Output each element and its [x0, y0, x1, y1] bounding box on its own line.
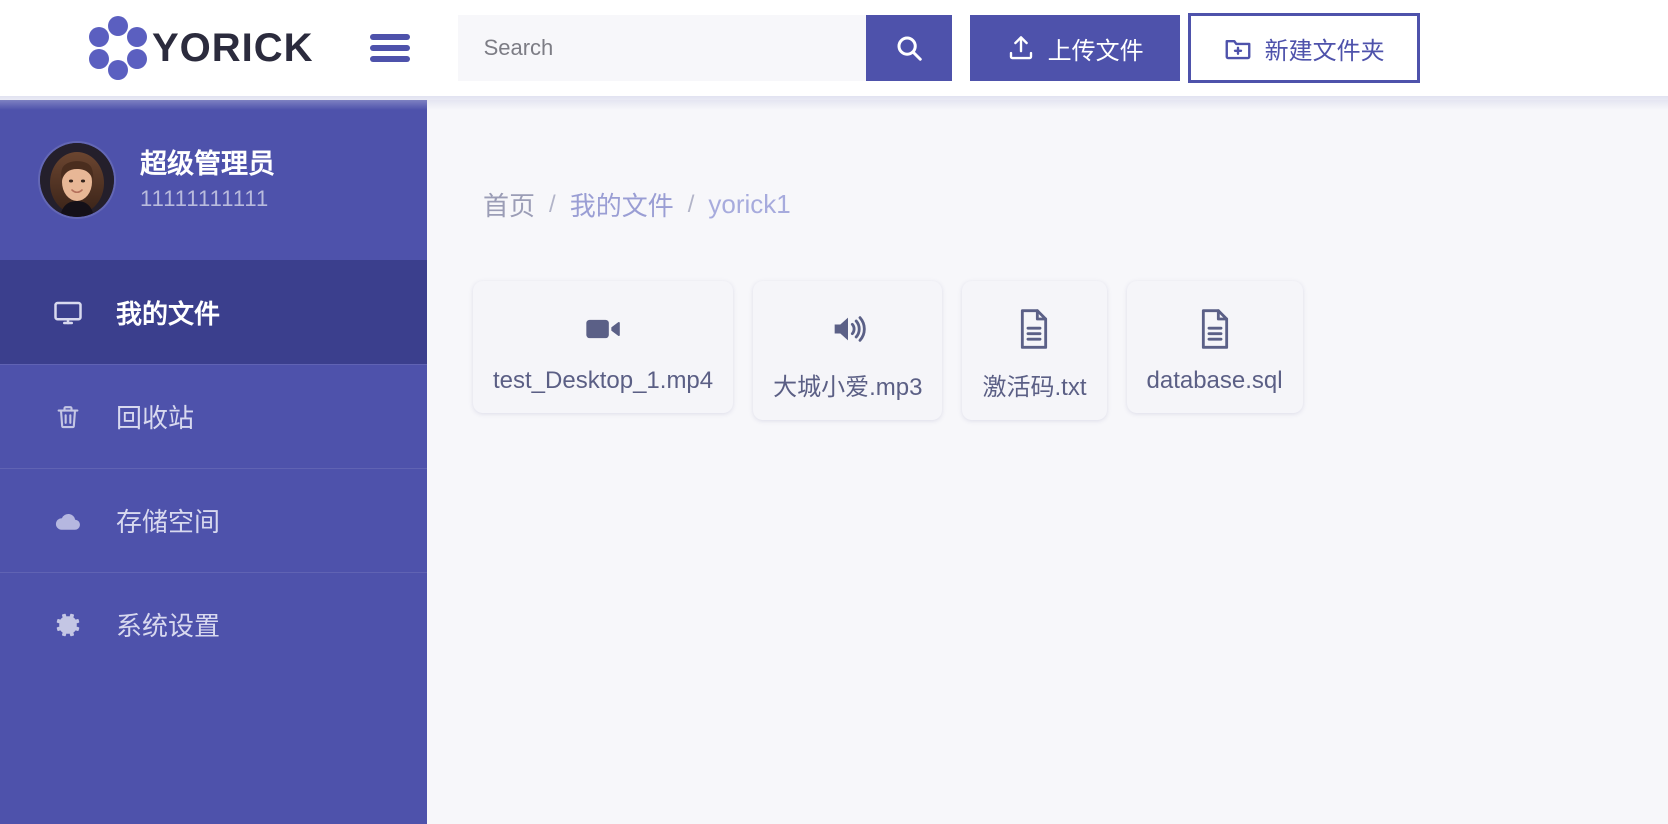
document-icon: [1014, 303, 1054, 355]
sidebar-item-label: 系统设置: [116, 611, 221, 641]
sidebar-nav: 我的文件 回收站 存储空间 系统设置: [0, 260, 427, 676]
sidebar-item-label: 我的文件: [116, 299, 221, 329]
file-name: 激活码.txt: [982, 374, 1087, 401]
upload-file-button[interactable]: 上传文件: [969, 15, 1180, 81]
sidebar-item-label: 存储空间: [116, 507, 221, 537]
app-header: YORICK 上传文件: [0, 0, 1668, 96]
sidebar-item-system-settings[interactable]: 系统设置: [0, 572, 427, 676]
user-name: 超级管理员: [140, 148, 275, 179]
trash-icon: [48, 400, 88, 434]
file-name: 大城小爱.mp3: [773, 374, 923, 401]
breadcrumb-separator: /: [549, 190, 556, 218]
search-icon: [897, 36, 922, 61]
sidebar-item-storage[interactable]: 存储空间: [0, 468, 427, 572]
gear-icon: [48, 608, 88, 642]
file-name: test_Desktop_1.mp4: [493, 367, 714, 394]
sidebar-item-my-files[interactable]: 我的文件: [0, 260, 427, 364]
sidebar-item-recycle-bin[interactable]: 回收站: [0, 364, 427, 468]
hamburger-menu-icon[interactable]: [369, 34, 410, 62]
cloud-icon: [48, 504, 88, 538]
folder-plus-icon: [1225, 39, 1251, 60]
user-phone: 11111111111: [140, 186, 270, 212]
upload-icon: [1009, 36, 1032, 60]
main-content: 首页 / 我的文件 / yorick1 test_Desktop_1.mp4 大…: [427, 100, 1668, 824]
breadcrumb-item-current[interactable]: yorick1: [708, 189, 790, 220]
file-card[interactable]: database.sql: [1126, 281, 1303, 413]
sidebar-item-label: 回收站: [116, 403, 195, 433]
user-avatar-photo-icon: [40, 143, 114, 217]
file-card[interactable]: 大城小爱.mp3: [753, 281, 943, 420]
new-folder-button[interactable]: 新建文件夹: [1187, 13, 1420, 83]
file-name: database.sql: [1146, 367, 1283, 394]
breadcrumb-separator: /: [687, 190, 695, 218]
file-card[interactable]: test_Desktop_1.mp4: [473, 281, 734, 413]
file-manager-app: YORICK 上传文件: [0, 0, 1668, 824]
new-folder-label: 新建文件夹: [1264, 37, 1385, 65]
breadcrumb: 首页 / 我的文件 / yorick1: [427, 100, 1668, 223]
file-grid: test_Desktop_1.mp4 大城小爱.mp3 激活码.txt data…: [427, 223, 1668, 420]
hexagon-nodes-logo-icon: [89, 16, 147, 80]
brand-logo[interactable]: YORICK: [86, 16, 314, 80]
sidebar: 超级管理员 11111111111 我的文件 回收站 存储空间 系统设置: [0, 100, 427, 824]
user-profile[interactable]: 超级管理员 11111111111: [0, 100, 427, 260]
avatar-illustration: [40, 143, 114, 217]
document-icon: [1195, 303, 1235, 355]
breadcrumb-item-my-files[interactable]: 我的文件: [570, 186, 674, 223]
brand-name: YORICK: [152, 26, 314, 70]
monitor-icon: [48, 296, 88, 330]
search-group: [457, 15, 952, 81]
file-card[interactable]: 激活码.txt: [962, 281, 1107, 420]
search-input[interactable]: [457, 15, 866, 81]
user-profile-meta: 超级管理员 11111111111: [140, 148, 275, 212]
video-icon: [579, 303, 627, 355]
upload-file-label: 上传文件: [1047, 37, 1144, 65]
audio-speaker-icon: [825, 303, 871, 355]
search-button[interactable]: [865, 15, 952, 81]
breadcrumb-item-home[interactable]: 首页: [483, 186, 535, 223]
